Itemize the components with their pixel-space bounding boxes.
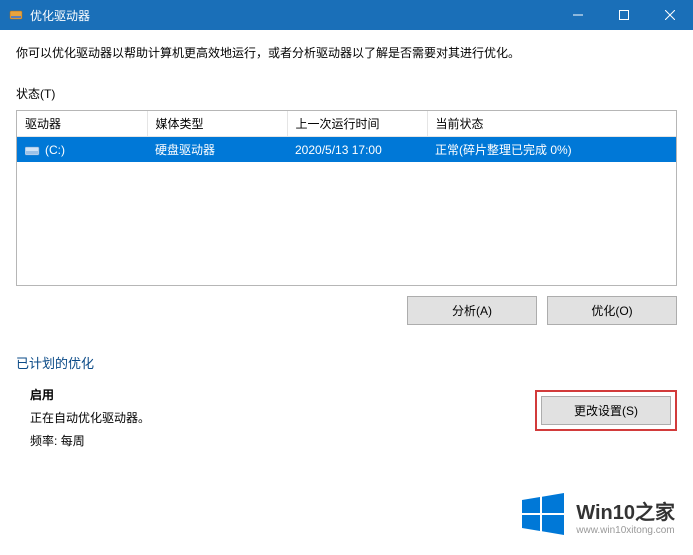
maximize-button[interactable]: [601, 0, 647, 30]
minimize-button[interactable]: [555, 0, 601, 30]
app-icon: [8, 7, 24, 23]
description-text: 你可以优化驱动器以帮助计算机更高效地运行，或者分析驱动器以了解是否需要对其进行优…: [16, 44, 677, 61]
window-controls: [555, 0, 693, 30]
cell-current: 正常(碎片整理已完成 0%): [427, 137, 676, 163]
watermark: Win10之家 www.win10xitong.com: [518, 490, 675, 541]
cell-drive: (C:): [17, 137, 147, 163]
scheduled-frequency: 频率: 每周: [30, 430, 677, 453]
watermark-brand: Win10之家: [576, 496, 675, 525]
watermark-text: Win10之家 www.win10xitong.com: [576, 496, 675, 536]
drives-table: 驱动器 媒体类型 上一次运行时间 当前状态 (C:): [17, 111, 676, 162]
scheduled-section-title: 已计划的优化: [16, 353, 677, 372]
scheduled-enabled-label: 启用: [30, 388, 54, 402]
change-settings-highlight: 更改设置(S): [535, 390, 677, 431]
windows-logo-icon: [518, 490, 566, 541]
status-label: 状态(T): [16, 85, 677, 102]
action-buttons-row: 分析(A) 优化(O): [16, 296, 677, 325]
col-header-last-run[interactable]: 上一次运行时间: [287, 111, 427, 137]
col-header-current[interactable]: 当前状态: [427, 111, 676, 137]
close-button[interactable]: [647, 0, 693, 30]
optimize-button[interactable]: 优化(O): [547, 296, 677, 325]
change-settings-button[interactable]: 更改设置(S): [541, 396, 671, 425]
analyze-button[interactable]: 分析(A): [407, 296, 537, 325]
watermark-url: www.win10xitong.com: [576, 525, 675, 536]
cell-last-run: 2020/5/13 17:00: [287, 137, 427, 163]
scheduled-freq-label: 频率:: [30, 434, 57, 448]
cell-drive-text: (C:): [45, 143, 65, 157]
table-row[interactable]: (C:) 硬盘驱动器 2020/5/13 17:00 正常(碎片整理已完成 0%…: [17, 137, 676, 163]
cell-media: 硬盘驱动器: [147, 137, 287, 163]
drives-table-wrap: 驱动器 媒体类型 上一次运行时间 当前状态 (C:): [16, 110, 677, 286]
col-header-media[interactable]: 媒体类型: [147, 111, 287, 137]
window-title: 优化驱动器: [30, 7, 90, 24]
drive-icon: [25, 144, 41, 156]
col-header-drive[interactable]: 驱动器: [17, 111, 147, 137]
titlebar: 优化驱动器: [0, 0, 693, 30]
scheduled-freq-value: 每周: [61, 434, 85, 448]
